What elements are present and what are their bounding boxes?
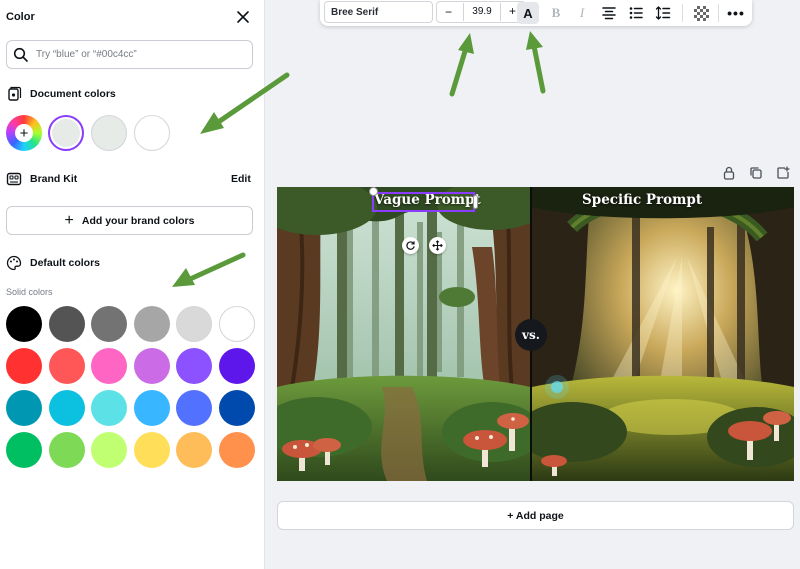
default-color-swatch[interactable] xyxy=(133,306,170,342)
decrease-font-size-button[interactable]: − xyxy=(445,5,452,19)
arrow-icon xyxy=(449,33,474,97)
solid-colors-label: Solid colors xyxy=(6,287,53,297)
color-search-input[interactable]: Try “blue” or “#00c4cc” xyxy=(6,40,253,69)
more-options-button[interactable]: ••• xyxy=(725,2,747,24)
default-color-swatch[interactable] xyxy=(176,348,212,384)
default-color-swatch[interactable] xyxy=(91,432,127,468)
default-color-swatch[interactable] xyxy=(133,390,170,426)
document-color-swatch[interactable] xyxy=(134,115,170,151)
default-color-swatch[interactable] xyxy=(48,306,85,342)
default-color-swatch[interactable] xyxy=(48,432,85,468)
panel-title: Color xyxy=(6,11,35,23)
document-color-swatch[interactable] xyxy=(48,115,84,151)
brand-kit-heading: Brand Kit xyxy=(6,171,77,187)
document-color-swatch[interactable] xyxy=(91,115,127,151)
forest-image-right[interactable] xyxy=(532,187,794,481)
toolbar-divider xyxy=(718,4,719,22)
add-page-top-button[interactable] xyxy=(773,163,793,183)
italic-button[interactable]: I xyxy=(571,2,593,24)
document-colors-label: Document colors xyxy=(30,88,116,100)
search-placeholder: Try “blue” or “#00c4cc” xyxy=(36,49,137,60)
specific-prompt-text[interactable]: Specific Prompt xyxy=(582,192,702,208)
default-color-swatch[interactable] xyxy=(218,306,255,342)
font-size-input[interactable]: 39.9 xyxy=(463,3,501,21)
default-color-swatch[interactable] xyxy=(91,306,127,342)
default-color-swatch[interactable] xyxy=(133,348,170,384)
align-center-button[interactable] xyxy=(598,2,620,24)
selection-corner-handle[interactable] xyxy=(369,187,378,196)
align-center-icon xyxy=(602,7,616,20)
plus-icon: + xyxy=(64,211,74,229)
default-color-swatch[interactable] xyxy=(176,306,212,342)
move-icon xyxy=(432,240,443,251)
color-panel: Color Try “blue” or “#00c4cc” Document c… xyxy=(0,0,265,569)
default-color-swatch[interactable] xyxy=(6,390,42,426)
text-selection-box xyxy=(372,192,475,212)
lock-page-button[interactable] xyxy=(719,163,739,183)
arrow-icon xyxy=(526,31,546,94)
font-size-stepper: − 39.9 + xyxy=(436,1,526,23)
default-color-swatch[interactable] xyxy=(91,390,127,426)
add-page-icon xyxy=(777,166,790,179)
add-brand-colors-button[interactable]: + Add your brand colors xyxy=(6,206,253,235)
lock-icon xyxy=(723,166,735,180)
close-icon[interactable] xyxy=(236,10,250,24)
font-family-select[interactable]: Bree Serif xyxy=(324,1,433,23)
brand-kit-icon xyxy=(6,172,22,186)
text-toolbar: Bree Serif − 39.9 + A B I ••• xyxy=(320,0,752,26)
duplicate-icon xyxy=(750,167,762,179)
text-color-button[interactable]: A xyxy=(517,2,539,24)
default-color-swatch[interactable] xyxy=(91,348,127,384)
line-spacing-icon xyxy=(655,6,671,20)
forest-illustration-left xyxy=(277,187,530,481)
spacing-button[interactable] xyxy=(652,2,674,24)
search-icon xyxy=(13,47,28,62)
default-color-swatch[interactable] xyxy=(48,348,85,384)
design-canvas[interactable]: vs. Vague Prompt Specific Prompt xyxy=(277,187,794,481)
toolbar-divider xyxy=(682,4,683,22)
move-handle[interactable] xyxy=(429,237,446,254)
plus-icon: + xyxy=(15,124,33,142)
add-color-swatch[interactable]: + xyxy=(6,115,42,151)
palette-document-icon xyxy=(8,86,22,101)
brand-kit-edit-link[interactable]: Edit xyxy=(231,173,251,185)
brand-kit-label: Brand Kit xyxy=(30,173,78,185)
default-color-swatch[interactable] xyxy=(6,432,42,468)
default-color-swatch[interactable] xyxy=(48,390,85,426)
default-color-swatch[interactable] xyxy=(218,390,255,426)
document-colors-heading: Document colors xyxy=(6,86,116,102)
add-page-button[interactable]: + Add page xyxy=(277,501,794,530)
default-color-swatch[interactable] xyxy=(176,390,212,426)
default-color-swatch[interactable] xyxy=(6,306,42,342)
rotate-icon xyxy=(406,241,415,250)
default-color-swatch[interactable] xyxy=(6,348,42,384)
add-brand-colors-label: Add your brand colors xyxy=(81,214,195,227)
list-button[interactable] xyxy=(625,2,647,24)
default-colors-label: Default colors xyxy=(30,257,101,269)
increase-font-size-button[interactable]: + xyxy=(509,4,516,18)
forest-illustration-right xyxy=(532,187,794,481)
default-color-swatch[interactable] xyxy=(176,432,212,468)
vs-badge: vs. xyxy=(515,319,547,351)
bullet-list-icon xyxy=(629,7,643,19)
duplicate-page-button[interactable] xyxy=(746,163,766,183)
palette-icon xyxy=(6,255,22,271)
transparency-button[interactable] xyxy=(690,2,712,24)
bold-button[interactable]: B xyxy=(545,2,567,24)
default-color-swatch[interactable] xyxy=(218,348,255,384)
rotate-handle[interactable] xyxy=(402,237,419,254)
selection-side-handle[interactable] xyxy=(473,195,478,209)
default-color-swatch[interactable] xyxy=(218,432,255,468)
transparency-icon xyxy=(693,5,709,21)
default-color-swatch[interactable] xyxy=(133,432,170,468)
forest-image-left[interactable] xyxy=(277,187,530,481)
default-colors-heading: Default colors xyxy=(6,255,100,271)
text-color-icon: A xyxy=(523,5,533,21)
